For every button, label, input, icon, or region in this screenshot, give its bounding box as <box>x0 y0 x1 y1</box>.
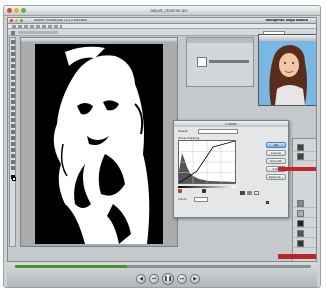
gray-point-marker-icon[interactable] <box>202 189 206 193</box>
next-icon[interactable]: ⏭ <box>177 274 187 284</box>
gradient-tool-icon[interactable] <box>11 106 15 110</box>
portrait-photo <box>259 41 316 105</box>
eraser-tool-icon[interactable] <box>11 100 15 104</box>
pause-icon[interactable]: ❚❚ <box>162 273 174 285</box>
history-brush-tool-icon[interactable] <box>11 94 15 98</box>
layer-thumbnail <box>297 153 304 160</box>
layer-name[interactable] <box>209 60 249 63</box>
rewind-icon[interactable]: ◀ <box>136 274 146 284</box>
stamp-tool-icon[interactable] <box>11 88 15 92</box>
crop-tool-icon[interactable] <box>11 64 15 68</box>
ok-button[interactable]: OK <box>266 142 286 148</box>
layer-row[interactable] <box>294 209 316 218</box>
eyedropper-tool-icon[interactable] <box>11 154 15 158</box>
preset-select[interactable] <box>198 129 238 134</box>
cancel-button[interactable]: Cancel <box>266 150 286 156</box>
input-field[interactable] <box>194 197 208 202</box>
eyedropper-black-icon[interactable] <box>240 191 245 195</box>
viewer-title: adjust_channel.avi <box>150 9 188 13</box>
preset-label: Preset: <box>178 130 189 133</box>
smooth-button[interactable]: Smooth <box>266 158 286 164</box>
blur-tool-icon[interactable] <box>11 112 15 116</box>
path-selection-tool-icon[interactable] <box>11 136 15 140</box>
minimize-window-button[interactable] <box>14 8 19 13</box>
layer-row[interactable] <box>294 143 316 152</box>
curves-dialog-title: Curves <box>225 122 237 126</box>
transport-bar: ◀ ⏮ ❚❚ ⏭ ▶ <box>7 262 317 287</box>
photoshop-title: Adobe Photoshop CS3 Extended <box>34 19 88 22</box>
layer-thumbnail <box>297 240 304 247</box>
black-point-marker-icon[interactable] <box>178 189 182 193</box>
selected-layer-row[interactable] <box>278 254 316 259</box>
zoom-tool-icon[interactable] <box>11 166 15 170</box>
channel-mask-image <box>35 44 163 244</box>
magic-wand-tool-icon[interactable] <box>11 58 15 62</box>
hand-tool-icon[interactable] <box>11 160 15 164</box>
previous-icon[interactable]: ⏮ <box>149 274 159 284</box>
curve-graph[interactable] <box>178 140 236 184</box>
layer-thumbnail <box>297 210 304 217</box>
zoom-window-button[interactable] <box>21 8 26 13</box>
layer-thumbnail <box>297 230 304 237</box>
brush-tool-icon[interactable] <box>11 82 15 86</box>
curves-dialog: Curves Preset: Show Clipping Input: OK C… <box>173 120 289 218</box>
preview-checkbox[interactable] <box>266 201 269 204</box>
type-tool-icon[interactable] <box>11 130 15 134</box>
layer-thumbnail <box>297 200 304 207</box>
close-window-button[interactable] <box>7 8 12 13</box>
document-window <box>20 37 178 247</box>
reference-photo-panel <box>258 34 316 106</box>
notes-tool-icon[interactable] <box>11 148 15 152</box>
menu-items[interactable] <box>12 25 62 28</box>
histogram-plot <box>178 140 236 184</box>
options-controls[interactable] <box>18 31 58 34</box>
fast-forward-icon[interactable]: ▶ <box>190 274 200 284</box>
ps-minimize-button[interactable] <box>15 19 18 22</box>
tool-preset-icon[interactable] <box>11 30 15 35</box>
marquee-tool-icon[interactable] <box>11 46 15 50</box>
input-gradient-bar <box>178 186 236 188</box>
layer-row[interactable] <box>294 152 316 161</box>
video-viewer-window: adjust_channel.avi Adobe Photoshop CS3 E… <box>3 5 321 288</box>
healing-tool-icon[interactable] <box>11 76 15 80</box>
layer-row[interactable] <box>294 239 316 248</box>
slice-tool-icon[interactable] <box>11 70 15 74</box>
eyedropper-white-icon[interactable] <box>254 191 259 195</box>
lasso-tool-icon[interactable] <box>11 52 15 56</box>
shape-tool-icon[interactable] <box>11 142 15 146</box>
viewer-titlebar: adjust_channel.avi <box>4 6 320 16</box>
layer-row[interactable] <box>294 199 316 208</box>
layers-mini-panel <box>186 37 254 87</box>
selected-channel-row[interactable] <box>278 167 316 171</box>
layer-row[interactable] <box>294 229 316 238</box>
curves-dialog-header: Curves <box>174 121 288 127</box>
image-canvas[interactable] <box>35 44 163 244</box>
layer-thumbnail <box>297 144 304 151</box>
layers-panel <box>292 138 316 261</box>
pen-tool-icon[interactable] <box>11 124 15 128</box>
panel-header <box>187 38 253 43</box>
background-color-swatch[interactable] <box>12 177 16 181</box>
photoshop-right-title: Redigerad Vega Naoun <box>265 19 308 22</box>
dodge-tool-icon[interactable] <box>11 118 15 122</box>
ps-zoom-button[interactable] <box>20 19 23 22</box>
photoshop-window: Adobe Photoshop CS3 Extended Redigerad V… <box>7 17 317 262</box>
document-titlebar <box>21 38 177 42</box>
eyedropper-gray-icon[interactable] <box>247 191 252 195</box>
layer-thumbnail[interactable] <box>197 57 207 67</box>
toolbox <box>9 37 16 247</box>
layer-row[interactable] <box>294 219 316 228</box>
options-button[interactable]: Options... <box>266 174 286 180</box>
layer-thumbnail <box>297 220 304 227</box>
progress-fill <box>15 265 128 268</box>
ps-close-button[interactable] <box>10 19 13 22</box>
move-tool-icon[interactable] <box>11 40 15 44</box>
